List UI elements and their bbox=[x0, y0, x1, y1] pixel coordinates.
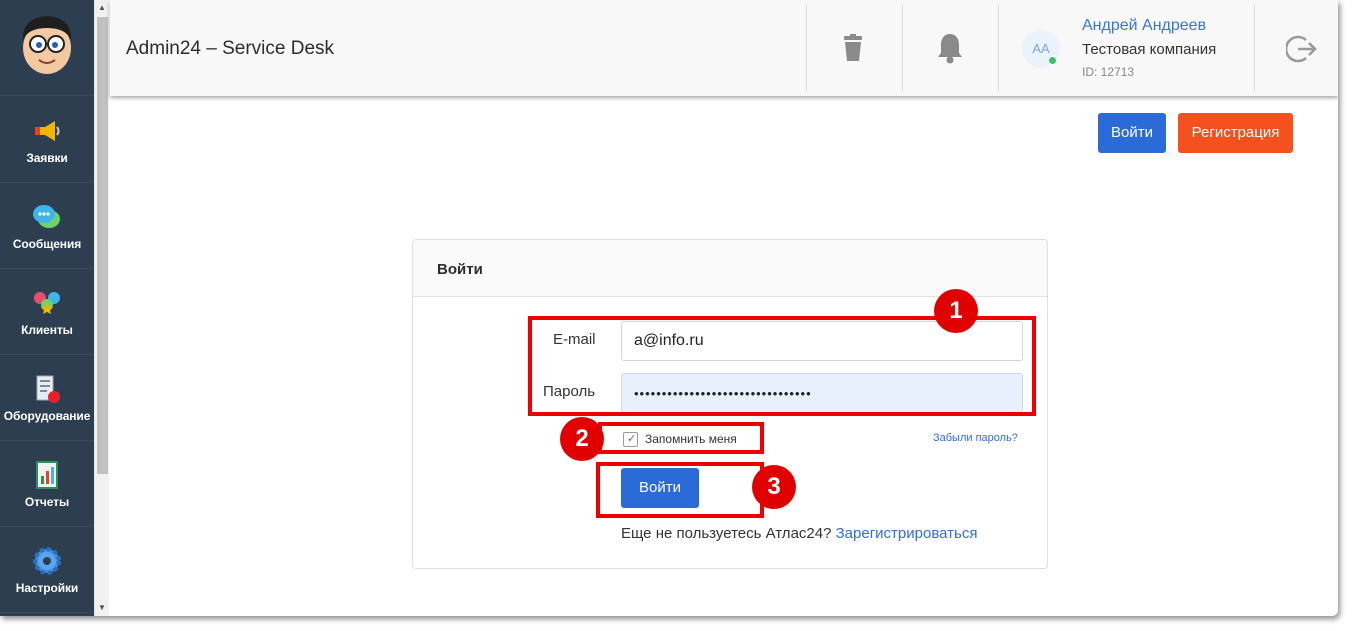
forgot-password-link[interactable]: Забыли пароль? bbox=[933, 432, 1018, 444]
sidebar-item-reports[interactable]: Отчеты bbox=[0, 441, 94, 527]
user-name[interactable]: Андрей Андреев bbox=[1082, 17, 1206, 35]
sidebar-item-label: Отчеты bbox=[24, 495, 70, 509]
logo[interactable] bbox=[0, 0, 94, 96]
chat-bubble-icon bbox=[33, 205, 60, 228]
clients-icon bbox=[34, 292, 60, 314]
annotation-number-badge: 2 bbox=[560, 417, 604, 461]
scrollbar-thumb[interactable] bbox=[97, 17, 108, 474]
report-chart-icon bbox=[36, 461, 58, 489]
register-prompt: Еще не пользуетесь Атлас24? Зарегистриро… bbox=[621, 525, 977, 542]
trash-button[interactable] bbox=[807, 0, 903, 96]
sidebar-item-label: Заявки bbox=[26, 151, 68, 165]
sidebar-scrollbar[interactable]: ▲ ▼ bbox=[94, 0, 109, 616]
sidebar-item-label: Клиенты bbox=[21, 323, 73, 337]
divider bbox=[998, 4, 999, 92]
sidebar-item-label: Сообщения bbox=[12, 237, 82, 251]
register-prompt-text: Еще не пользуетесь Атлас24? bbox=[621, 525, 832, 542]
app-window: Заявки Сообщения Клиенты Оборудование От… bbox=[0, 0, 1338, 616]
megaphone-icon bbox=[35, 121, 60, 141]
user-company: Тестовая компания bbox=[1082, 41, 1217, 58]
register-link[interactable]: Зарегистрироваться bbox=[836, 525, 978, 542]
sidebar: Заявки Сообщения Клиенты Оборудование От… bbox=[0, 0, 94, 616]
sidebar-item-label: Настройки bbox=[15, 581, 79, 595]
scroll-up-arrow-icon[interactable]: ▲ bbox=[98, 4, 106, 12]
annotation-box-submit bbox=[596, 462, 764, 518]
scroll-down-arrow-icon[interactable]: ▼ bbox=[98, 604, 106, 612]
trash-icon bbox=[844, 34, 862, 61]
sidebar-item-requests[interactable]: Заявки bbox=[0, 97, 94, 183]
annotation-number-badge: 3 bbox=[752, 465, 796, 509]
user-id: ID: 12713 bbox=[1082, 65, 1135, 79]
notifications-button[interactable] bbox=[903, 0, 999, 96]
gear-icon bbox=[33, 547, 61, 575]
logout-icon bbox=[1286, 35, 1317, 63]
annotation-number-badge: 1 bbox=[934, 289, 978, 333]
mascot-logo-icon bbox=[22, 16, 72, 74]
sidebar-item-settings[interactable]: Настройки bbox=[0, 527, 94, 613]
sidebar-item-messages[interactable]: Сообщения bbox=[0, 183, 94, 269]
page-title: Admin24 – Service Desk bbox=[126, 38, 335, 59]
register-button[interactable]: Регистрация bbox=[1178, 113, 1293, 153]
top-header: Admin24 – Service Desk AA Андрей Андреев… bbox=[110, 0, 1338, 96]
equipment-icon bbox=[36, 375, 60, 403]
bell-icon bbox=[938, 34, 962, 64]
online-status-dot bbox=[1048, 56, 1057, 65]
sidebar-item-equipment[interactable]: Оборудование bbox=[0, 355, 94, 441]
login-button[interactable]: Войти bbox=[1098, 113, 1166, 153]
sidebar-item-clients[interactable]: Клиенты bbox=[0, 269, 94, 355]
login-card-title: Войти bbox=[437, 261, 483, 278]
sidebar-item-label: Оборудование bbox=[3, 409, 91, 423]
annotation-box-remember bbox=[598, 422, 764, 454]
logout-button[interactable] bbox=[1255, 0, 1338, 96]
